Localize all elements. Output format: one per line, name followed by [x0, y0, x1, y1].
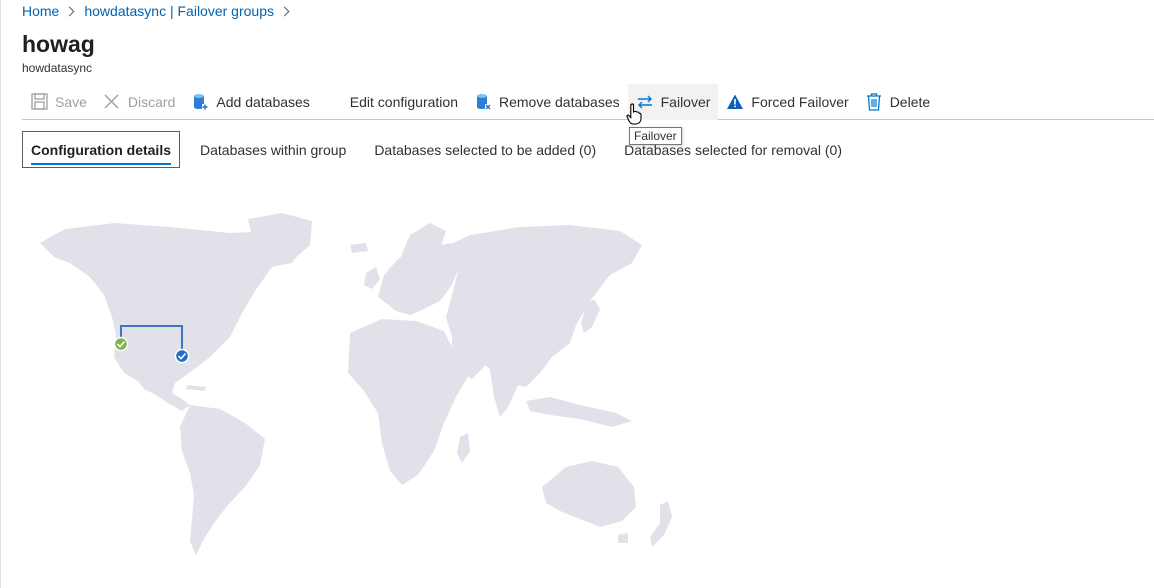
trash-icon	[865, 92, 883, 111]
discard-label: Discard	[127, 93, 176, 110]
page-title: howag	[22, 31, 95, 57]
chevron-right-icon	[64, 6, 75, 16]
forced-failover-label: Forced Failover	[751, 93, 849, 110]
australia	[542, 461, 636, 527]
edit-configuration-button[interactable]: Edit configuration	[342, 84, 466, 120]
page-subtitle: howdatasync	[22, 61, 93, 75]
southeast-asia-islands	[526, 397, 632, 427]
breadcrumb: Home howdatasync | Failover groups	[22, 2, 299, 20]
add-databases-label: Add databases	[216, 93, 310, 110]
blue-check-icon	[174, 348, 190, 364]
failover-label: Failover	[660, 93, 711, 110]
delete-label: Delete	[889, 93, 931, 110]
new-zealand	[650, 501, 672, 547]
breadcrumb-home-link[interactable]: Home	[22, 3, 59, 19]
command-bar: Save Discard Add databases Edit configur…	[22, 83, 1154, 120]
madagascar	[457, 433, 470, 463]
tab-databases-within-group[interactable]: Databases within group	[192, 131, 354, 168]
green-check-icon	[113, 336, 129, 352]
save-icon	[30, 93, 48, 111]
failover-region-map	[40, 213, 672, 555]
delete-button[interactable]: Delete	[857, 84, 938, 120]
caribbean	[186, 385, 206, 391]
warning-icon	[726, 93, 744, 111]
close-icon	[103, 93, 121, 111]
breadcrumb-failover-groups-link[interactable]: howdatasync | Failover groups	[84, 3, 274, 19]
forced-failover-button[interactable]: Forced Failover	[718, 84, 856, 120]
south-america	[180, 405, 265, 555]
save-label: Save	[55, 93, 87, 110]
iceland	[350, 243, 368, 253]
database-add-icon	[191, 93, 209, 111]
page-left-edge	[0, 0, 1, 588]
chevron-right-icon	[279, 6, 290, 16]
tab-databases-to-be-added[interactable]: Databases selected to be added (0)	[366, 131, 604, 168]
tab-configuration-details[interactable]: Configuration details	[22, 131, 180, 168]
remove-databases-label: Remove databases	[498, 93, 620, 110]
britain	[364, 267, 380, 289]
hand-cursor-icon	[626, 103, 642, 125]
save-button[interactable]: Save	[22, 84, 95, 120]
world-landmass	[40, 213, 672, 555]
tasmania	[618, 533, 628, 543]
detail-tabs: Configuration details Databases within g…	[22, 131, 862, 168]
database-remove-icon	[474, 93, 492, 111]
failover-tooltip: Failover	[629, 127, 682, 145]
remove-databases-button[interactable]: Remove databases	[466, 84, 628, 120]
add-databases-button[interactable]: Add databases	[183, 84, 317, 120]
discard-button[interactable]: Discard	[95, 84, 183, 120]
edit-configuration-label: Edit configuration	[349, 93, 458, 110]
